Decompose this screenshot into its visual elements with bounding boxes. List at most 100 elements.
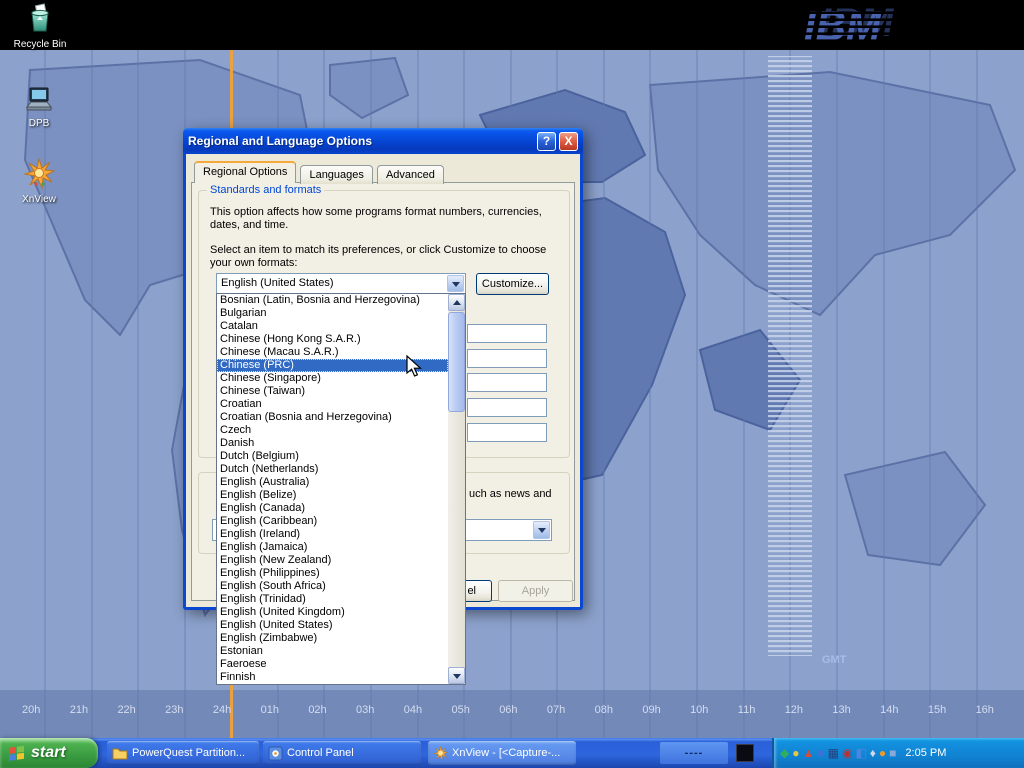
- hour-label: 11h: [738, 704, 756, 716]
- language-option[interactable]: English (Canada): [217, 502, 448, 515]
- windows-flag-icon: [8, 744, 26, 762]
- format-description: This option affects how some programs fo…: [210, 206, 562, 232]
- recycle-bin-label: Recycle Bin: [4, 39, 76, 50]
- combo-dropdown-arrow-icon[interactable]: [533, 521, 550, 539]
- tray-icon-4[interactable]: ■: [817, 747, 824, 759]
- tab-regional-options[interactable]: Regional Options: [194, 161, 296, 183]
- language-option[interactable]: English (Zimbabwe): [217, 632, 448, 645]
- hour-label: 16h: [976, 704, 994, 716]
- language-option[interactable]: Czech: [217, 424, 448, 437]
- language-option[interactable]: Faeroese: [217, 658, 448, 671]
- start-label: start: [31, 744, 66, 762]
- hour-label: 06h: [499, 704, 517, 716]
- taskbar-button-powerquest[interactable]: PowerQuest Partition...: [107, 741, 259, 765]
- language-option[interactable]: English (United Kingdom): [217, 606, 448, 619]
- language-option[interactable]: Danish: [217, 437, 448, 450]
- hour-label: 21h: [70, 704, 88, 716]
- start-button[interactable]: start: [0, 738, 98, 768]
- scroll-down-button[interactable]: [448, 667, 465, 684]
- tray-icon-5[interactable]: ▦: [828, 747, 839, 759]
- hour-label: 12h: [785, 704, 803, 716]
- format-combobox[interactable]: English (United States): [216, 273, 466, 294]
- language-option[interactable]: English (Ireland): [217, 528, 448, 541]
- taskbar-toolbar[interactable]: ----: [660, 742, 728, 764]
- tray-icon-2[interactable]: ●: [792, 747, 799, 759]
- language-option[interactable]: English (Philippines): [217, 567, 448, 580]
- tray-icon-10[interactable]: ■: [889, 747, 896, 759]
- tab-advanced[interactable]: Advanced: [377, 165, 444, 184]
- language-option[interactable]: English (Australia): [217, 476, 448, 489]
- language-dropdown-list: Bosnian (Latin, Bosnia and Herzegovina)B…: [216, 293, 466, 685]
- language-option[interactable]: Dutch (Netherlands): [217, 463, 448, 476]
- taskbar-button-label: Control Panel: [287, 747, 354, 759]
- tray-icon-1[interactable]: ◆: [780, 747, 789, 759]
- language-option[interactable]: Chinese (Hong Kong S.A.R.): [217, 333, 448, 346]
- sample-field-number: [467, 324, 547, 343]
- language-option[interactable]: English (United States): [217, 619, 448, 632]
- dos-window-icon[interactable]: [736, 744, 754, 762]
- language-option[interactable]: English (Caribbean): [217, 515, 448, 528]
- hour-label: 09h: [642, 704, 660, 716]
- tray-icon-8[interactable]: ♦: [870, 747, 876, 759]
- desktop: Recycle Bin IBM IBM: [0, 0, 1024, 768]
- language-option[interactable]: Croatian: [217, 398, 448, 411]
- tray-icon-6[interactable]: ◉: [842, 747, 852, 759]
- language-option[interactable]: Chinese (Taiwan): [217, 385, 448, 398]
- hour-label: 03h: [356, 704, 374, 716]
- taskbar-button-control-panel[interactable]: Control Panel: [263, 741, 421, 765]
- language-option[interactable]: Dutch (Belgium): [217, 450, 448, 463]
- desktop-icon-dpb[interactable]: DPB: [3, 86, 75, 129]
- language-option[interactable]: English (Belize): [217, 489, 448, 502]
- dialog-titlebar[interactable]: Regional and Language Options ? X: [183, 128, 583, 154]
- language-option[interactable]: Catalan: [217, 320, 448, 333]
- language-option[interactable]: English (Jamaica): [217, 541, 448, 554]
- language-option[interactable]: English (Trinidad): [217, 593, 448, 606]
- hour-label: 01h: [261, 704, 279, 716]
- taskbar-button-xnview[interactable]: XnView - [<Capture-...: [428, 741, 576, 765]
- dialog-title: Regional and Language Options: [188, 134, 534, 148]
- system-tray: ◆●▲■▦◉◧♦●■ 2:05 PM: [772, 738, 1024, 768]
- sample-field-time: [467, 373, 547, 392]
- tray-icon-9[interactable]: ●: [879, 747, 886, 759]
- tray-icon-7[interactable]: ◧: [855, 747, 866, 759]
- taskbar-button-label: XnView - [<Capture-...: [452, 747, 560, 759]
- group-title: Standards and formats: [207, 184, 324, 196]
- tab-languages[interactable]: Languages: [300, 165, 372, 184]
- xnview-task-icon: [433, 746, 448, 761]
- dpb-label: DPB: [3, 118, 75, 129]
- language-option[interactable]: Bosnian (Latin, Bosnia and Herzegovina): [217, 294, 448, 307]
- customize-button[interactable]: Customize...: [476, 273, 549, 295]
- scroll-up-button[interactable]: [448, 294, 465, 311]
- hour-label: 15h: [928, 704, 946, 716]
- desktop-icon-xnview[interactable]: XnView: [3, 158, 75, 205]
- sample-field-short-date: [467, 398, 547, 417]
- svg-text:IBM: IBM: [804, 2, 882, 48]
- scroll-thumb[interactable]: [448, 312, 465, 412]
- list-scrollbar[interactable]: [448, 294, 465, 684]
- taskbar-button-label: PowerQuest Partition...: [132, 747, 245, 759]
- control-panel-icon: [268, 746, 283, 761]
- gmt-label: GMT: [822, 654, 846, 666]
- desktop-icon-recycle-bin[interactable]: Recycle Bin: [4, 3, 76, 50]
- hour-label: 24h: [213, 704, 231, 716]
- hour-label: 08h: [595, 704, 613, 716]
- hour-label: 22h: [117, 704, 135, 716]
- hour-label: 04h: [404, 704, 422, 716]
- language-option[interactable]: Estonian: [217, 645, 448, 658]
- language-option[interactable]: English (South Africa): [217, 580, 448, 593]
- help-button[interactable]: ?: [537, 132, 556, 151]
- language-option[interactable]: English (New Zealand): [217, 554, 448, 567]
- ibm-logo: IBM IBM: [794, 0, 954, 51]
- hour-label: 10h: [690, 704, 708, 716]
- close-button[interactable]: X: [559, 132, 578, 151]
- language-option[interactable]: Croatian (Bosnia and Herzegovina): [217, 411, 448, 424]
- xnview-label: XnView: [3, 194, 75, 205]
- language-option[interactable]: Finnish: [217, 671, 448, 684]
- xnview-icon: [23, 158, 55, 190]
- sample-field-currency: [467, 349, 547, 368]
- tray-icon-3[interactable]: ▲: [802, 747, 814, 759]
- combo-dropdown-arrow-icon[interactable]: [447, 275, 464, 292]
- hour-label: 05h: [451, 704, 469, 716]
- tray-icons: ◆●▲■▦◉◧♦●■: [780, 747, 899, 759]
- language-option[interactable]: Bulgarian: [217, 307, 448, 320]
